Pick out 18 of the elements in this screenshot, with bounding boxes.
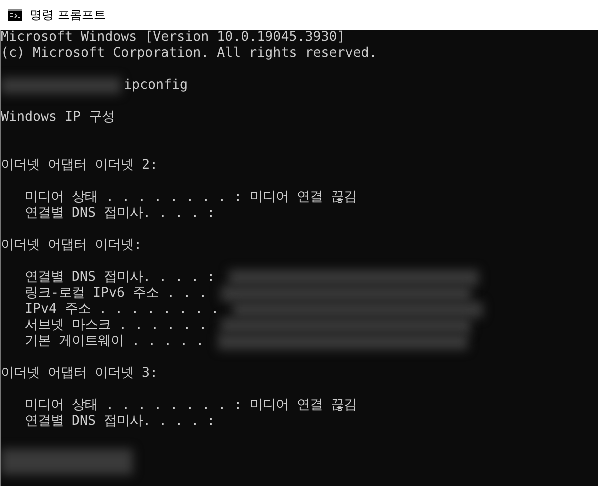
console-line: 연결별 DNS 접미사. . . . : (24, 206, 216, 222)
console-line: 미디어 상태 . . . . . . . . : 미디어 연결 끊김 (24, 190, 358, 206)
console-line: 미디어 상태 . . . . . . . . : 미디어 연결 끊김 (24, 398, 358, 414)
console-line: 연결별 DNS 접미사. . . . : (24, 414, 216, 430)
console-line: Microsoft Windows [Version 10.0.19045.3930] (1, 30, 346, 46)
console-line: 이더넷 어댑터 이더넷: (1, 238, 142, 254)
console-line: ipconfig (124, 78, 188, 94)
console-line: 기본 게이트웨이 . . . . . (24, 334, 204, 350)
console-line: 서브넷 마스크 . . . . . . (24, 318, 208, 334)
console-line: 링크-로컬 IPv6 주소 . . . (24, 286, 208, 302)
console-line: 연결별 DNS 접미사. . . . : (24, 270, 216, 286)
console-line: 이더넷 어댑터 이더넷 2: (1, 158, 158, 174)
console-line: Windows IP 구성 (1, 110, 116, 126)
console-line: 이더넷 어댑터 이더넷 3: (1, 366, 158, 382)
console-line: (c) Microsoft Corporation. All rights reserved. (1, 46, 378, 62)
console-line: IPv4 주소 . . . . . . . . (24, 302, 220, 318)
console-icon (8, 9, 22, 21)
window-title: 명령 프롬프트 (30, 6, 106, 24)
